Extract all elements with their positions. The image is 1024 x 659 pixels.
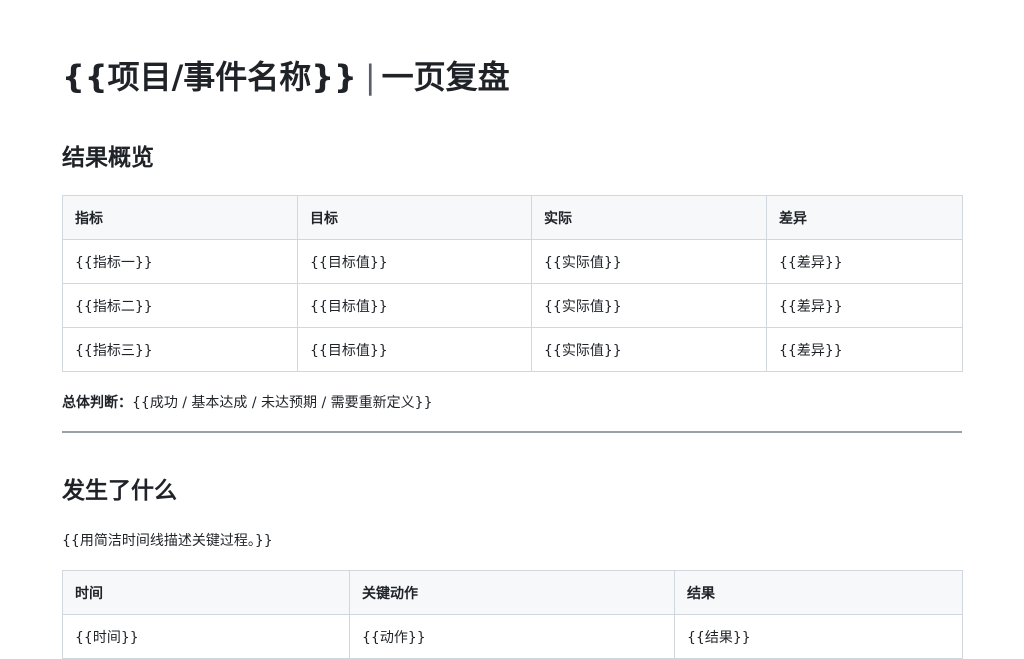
table-header-row: 指标 目标 实际 差异 <box>62 195 963 240</box>
column-header: 实际 <box>531 195 767 240</box>
overall-judgement-value: {{成功 / 基本达成 / 未达预期 / 需要重新定义}} <box>132 395 433 411</box>
table-cell: {{实际值}} <box>531 283 767 328</box>
table-cell: {{实际值}} <box>531 239 767 284</box>
column-header: 时间 <box>62 570 350 615</box>
table-row: {{指标二}} {{目标值}} {{实际值}} {{差异}} <box>62 283 963 328</box>
table-cell: {{实际值}} <box>531 327 767 372</box>
table-row: {{指标三}} {{目标值}} {{实际值}} {{差异}} <box>62 327 963 372</box>
table-cell: {{动作}} <box>349 614 675 659</box>
table-row: {{时间}} {{动作}} {{结果}} <box>62 614 963 659</box>
title-separator: | <box>364 58 376 96</box>
section-heading-overview: 结果概览 <box>62 145 154 171</box>
section-divider <box>62 431 962 433</box>
overall-judgement: 总体判断：{{成功 / 基本达成 / 未达预期 / 需要重新定义}} <box>62 392 432 414</box>
table-cell: {{目标值}} <box>297 239 532 284</box>
results-overview-table: 指标 目标 实际 差异 {{指标一}} {{目标值}} {{实际值}} {{差异… <box>62 195 963 372</box>
table-cell: {{指标三}} <box>62 327 298 372</box>
page-title-sub: 一页复盘 <box>381 58 510 96</box>
document-page: {{项目/事件名称}} | 一页复盘 结果概览 指标 目标 实际 差异 {{指标一}… <box>0 0 1024 659</box>
column-header: 指标 <box>62 195 298 240</box>
column-header: 目标 <box>297 195 532 240</box>
table-cell: {{目标值}} <box>297 327 532 372</box>
column-header: 差异 <box>766 195 963 240</box>
table-cell: {{指标二}} <box>62 283 298 328</box>
column-header: 结果 <box>674 570 963 615</box>
table-row: {{指标一}} {{目标值}} {{实际值}} {{差异}} <box>62 239 963 284</box>
timeline-table: 时间 关键动作 结果 {{时间}} {{动作}} {{结果}} <box>62 570 963 659</box>
section-heading-what-happened: 发生了什么 <box>62 478 177 504</box>
table-cell: {{目标值}} <box>297 283 532 328</box>
table-cell: {{差异}} <box>766 327 963 372</box>
column-header: 关键动作 <box>349 570 675 615</box>
table-cell: {{结果}} <box>674 614 963 659</box>
table-header-row: 时间 关键动作 结果 <box>62 570 963 615</box>
overall-judgement-label: 总体判断： <box>62 395 132 411</box>
table-cell: {{指标一}} <box>62 239 298 284</box>
page-title-main: {{项目/事件名称}} <box>62 58 357 96</box>
page-title: {{项目/事件名称}} | 一页复盘 <box>62 54 510 100</box>
table-cell: {{差异}} <box>766 239 963 284</box>
table-cell: {{时间}} <box>62 614 350 659</box>
table-cell: {{差异}} <box>766 283 963 328</box>
section-description: {{用简洁时间线描述关键过程。}} <box>62 533 273 549</box>
